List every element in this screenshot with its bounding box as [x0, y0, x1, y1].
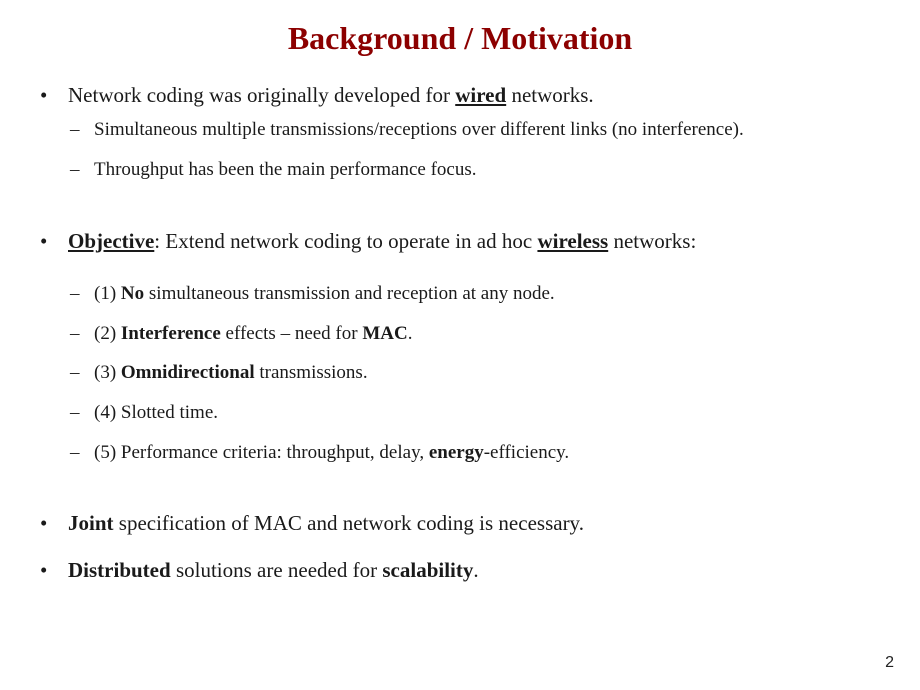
omni-bold: Omnidirectional — [121, 362, 255, 383]
bullet-1: Network coding was originally developed … — [20, 81, 900, 109]
text: networks: — [608, 229, 696, 253]
text: (3) — [94, 362, 121, 383]
text: simultaneous transmission and reception … — [144, 283, 555, 304]
wired-bu: wired — [455, 83, 506, 107]
text: (1) — [94, 283, 121, 304]
text: Network coding was originally developed … — [68, 83, 455, 107]
text: specification of MAC and network coding … — [114, 511, 584, 535]
text: : Extend network coding to operate in ad… — [154, 229, 537, 253]
spacer — [20, 479, 900, 509]
bullet-2-sub-4: (4) Slotted time. — [20, 400, 900, 426]
no-bold: No — [121, 283, 144, 304]
energy-bold: energy — [429, 442, 484, 463]
scalability-bold: scalability — [382, 558, 473, 582]
text: . — [473, 558, 478, 582]
bullet-1-sub-1: Simultaneous multiple transmissions/rece… — [20, 117, 900, 143]
text: (2) — [94, 323, 121, 344]
bullet-2-sub-2: (2) Interference effects – need for MAC. — [20, 321, 900, 347]
bullet-2-sub-3: (3) Omnidirectional transmissions. — [20, 360, 900, 386]
interference-bold: Interference — [121, 323, 221, 344]
bullet-2: Objective: Extend network coding to oper… — [20, 227, 900, 255]
bullet-4: Distributed solutions are needed for sca… — [20, 556, 900, 584]
text: . — [408, 323, 413, 344]
bullet-2-sub-1: (1) No simultaneous transmission and rec… — [20, 281, 900, 307]
mac-bold: MAC — [362, 323, 407, 344]
text: effects – need for — [221, 323, 363, 344]
bullet-2-sub-5: (5) Performance criteria: throughput, de… — [20, 440, 900, 466]
bullet-1-sub-2: Throughput has been the main performance… — [20, 157, 900, 183]
text: (5) Performance criteria: throughput, de… — [94, 442, 429, 463]
text: -efficiency. — [484, 442, 569, 463]
wireless-bu: wireless — [537, 229, 608, 253]
distributed-bold: Distributed — [68, 558, 171, 582]
slide: Background / Motivation Network coding w… — [0, 0, 920, 690]
text: networks. — [506, 83, 594, 107]
joint-bold: Joint — [68, 511, 114, 535]
bullet-3: Joint specification of MAC and network c… — [20, 509, 900, 537]
text: transmissions. — [255, 362, 368, 383]
objective-bu: Objective — [68, 229, 154, 253]
slide-title: Background / Motivation — [20, 20, 900, 57]
spacer — [20, 263, 900, 281]
text: solutions are needed for — [171, 558, 383, 582]
spacer — [20, 197, 900, 227]
page-number: 2 — [885, 654, 894, 672]
